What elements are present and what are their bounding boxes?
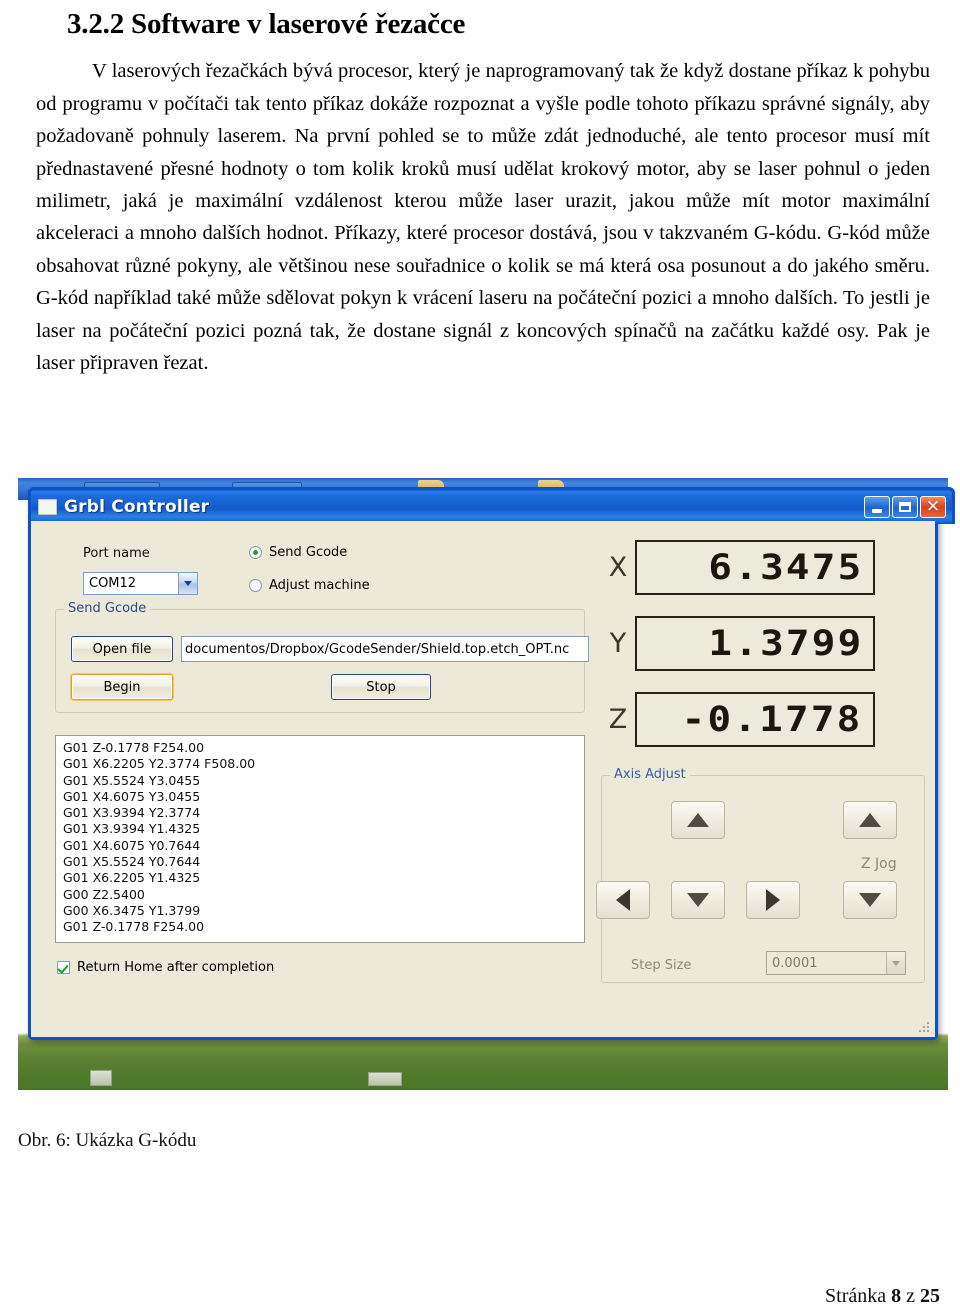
minimize-button[interactable] [864,496,890,518]
chevron-down-icon[interactable] [178,573,197,594]
step-size-select[interactable]: 0.0001 [766,951,906,975]
dro-z-value: -0.1778 [682,699,863,740]
step-size-value: 0.0001 [772,955,818,971]
dro-z-display: -0.1778 [635,692,875,747]
grbl-controller-window: Grbl Controller ✕ Port name COM12 Send G… [28,487,955,1040]
figure-caption: Obr. 6: Ukázka G-kódu [18,1130,197,1151]
close-button[interactable]: ✕ [920,496,946,518]
port-name-label: Port name [83,546,150,561]
return-home-checkbox[interactable]: Return Home after completion [57,960,274,975]
arrow-up-icon [859,813,881,827]
arrow-up-icon [687,813,709,827]
minimize-icon [872,508,882,513]
gcode-listing[interactable]: G01 Z-0.1778 F254.00 G01 X6.2205 Y2.3774… [55,735,585,943]
send-gcode-group-title: Send Gcode [64,601,151,616]
gcode-line: G01 Z-0.1778 F254.00 [63,740,205,755]
jog-z-down-button[interactable] [843,881,897,919]
dro-y-value: 1.3799 [707,623,863,664]
gcode-line: G01 X6.2205 Y2.3774 F508.00 [63,756,256,772]
radio-unselected-icon [249,579,262,592]
gcode-line: G00 X6.3475 Y1.3799 [63,902,201,918]
chevron-down-icon[interactable] [886,952,905,974]
gcode-line: G01 X5.5524 Y3.0455 [63,772,201,788]
port-name-value: COM12 [89,576,137,591]
jog-y-minus-button[interactable] [671,881,725,919]
gcode-line: G01 Z-0.1778 F254.00 [63,919,205,935]
dro-x-axis-label: X [608,552,628,583]
maximize-button[interactable] [892,496,918,518]
footer-prefix: Stránka [825,1285,892,1307]
dro-x: X 6.3475 [601,540,875,595]
step-size-label: Step Size [631,958,692,973]
arrow-left-icon [616,889,630,911]
dro-y: Y 1.3799 [601,616,875,671]
gcode-line: G01 X4.6075 Y0.7644 [63,837,201,853]
footer-page-number: 8 [891,1285,902,1307]
footer-middle: z [901,1285,920,1307]
begin-button-label: Begin [103,679,141,695]
figure-grbl-controller-screenshot: Grbl Controller ✕ Port name COM12 Send G… [18,478,955,1090]
jog-x-minus-button[interactable] [596,881,650,919]
gcode-line: G01 X5.5524 Y0.7644 [63,854,201,870]
gcode-line: G01 X4.6075 Y3.0455 [63,788,201,804]
z-jog-label: Z Jog [861,856,897,872]
begin-button[interactable]: Begin [71,674,173,700]
window-titlebar[interactable]: Grbl Controller ✕ [28,487,955,524]
window-app-icon [38,499,57,515]
open-file-button[interactable]: Open file [71,636,173,662]
jog-z-up-button[interactable] [843,801,897,839]
stop-button-label: Stop [366,679,396,695]
radio-selected-icon [249,546,262,559]
window-client-area: Port name COM12 Send Gcode Adjust machin… [31,521,935,1037]
dro-x-value: 6.3475 [707,547,863,588]
radio-send-gcode-label: Send Gcode [269,545,348,560]
dro-z: Z -0.1778 [601,692,875,747]
footer-total-pages: 25 [920,1285,940,1307]
dro-z-axis-label: Z [608,704,628,735]
arrow-down-icon [687,893,709,907]
stop-button[interactable]: Stop [331,674,431,700]
return-home-label: Return Home after completion [77,960,275,975]
axis-adjust-group-title: Axis Adjust [610,767,690,782]
radio-adjust-machine-label: Adjust machine [269,578,370,593]
desktop-icon[interactable] [90,1070,112,1086]
open-file-button-label: Open file [92,641,152,657]
port-name-select[interactable]: COM12 [83,572,198,595]
radio-adjust-machine[interactable]: Adjust machine [249,578,370,593]
checkbox-checked-icon [57,961,70,974]
page-title: 3.2.2 Software v laserové řezačce [67,8,466,40]
dro-y-display: 1.3799 [635,616,875,671]
desktop-icon[interactable] [368,1072,402,1086]
close-icon: ✕ [925,496,941,517]
jog-x-plus-button[interactable] [746,881,800,919]
window-size-grip[interactable] [917,1020,931,1034]
window-controls: ✕ [864,496,946,518]
gcode-line: G01 X3.9394 Y2.3774 [63,805,201,821]
dro-y-axis-label: Y [609,628,627,659]
arrow-down-icon [859,893,881,907]
gcode-line: G01 X6.2205 Y1.4325 [63,870,201,886]
file-path-input[interactable]: documentos/Dropbox/GcodeSender/Shield.to… [181,636,589,662]
maximize-icon [899,502,911,512]
document-body: 3.2.2 Software v laserové řezačce V lase… [0,8,960,379]
window-title: Grbl Controller [64,497,210,517]
jog-y-plus-button[interactable] [671,801,725,839]
dro-x-display: 6.3475 [635,540,875,595]
gcode-line: G00 Z2.5400 [63,886,145,902]
radio-send-gcode[interactable]: Send Gcode [249,545,347,560]
page-footer: Stránka 8 z 25 [825,1285,940,1308]
file-path-value: documentos/Dropbox/GcodeSender/Shield.to… [185,641,570,657]
arrow-right-icon [766,889,780,911]
gcode-line: G01 X3.9394 Y1.4325 [63,821,201,837]
body-paragraph: V laserových řezačkách bývá procesor, kt… [36,60,930,374]
